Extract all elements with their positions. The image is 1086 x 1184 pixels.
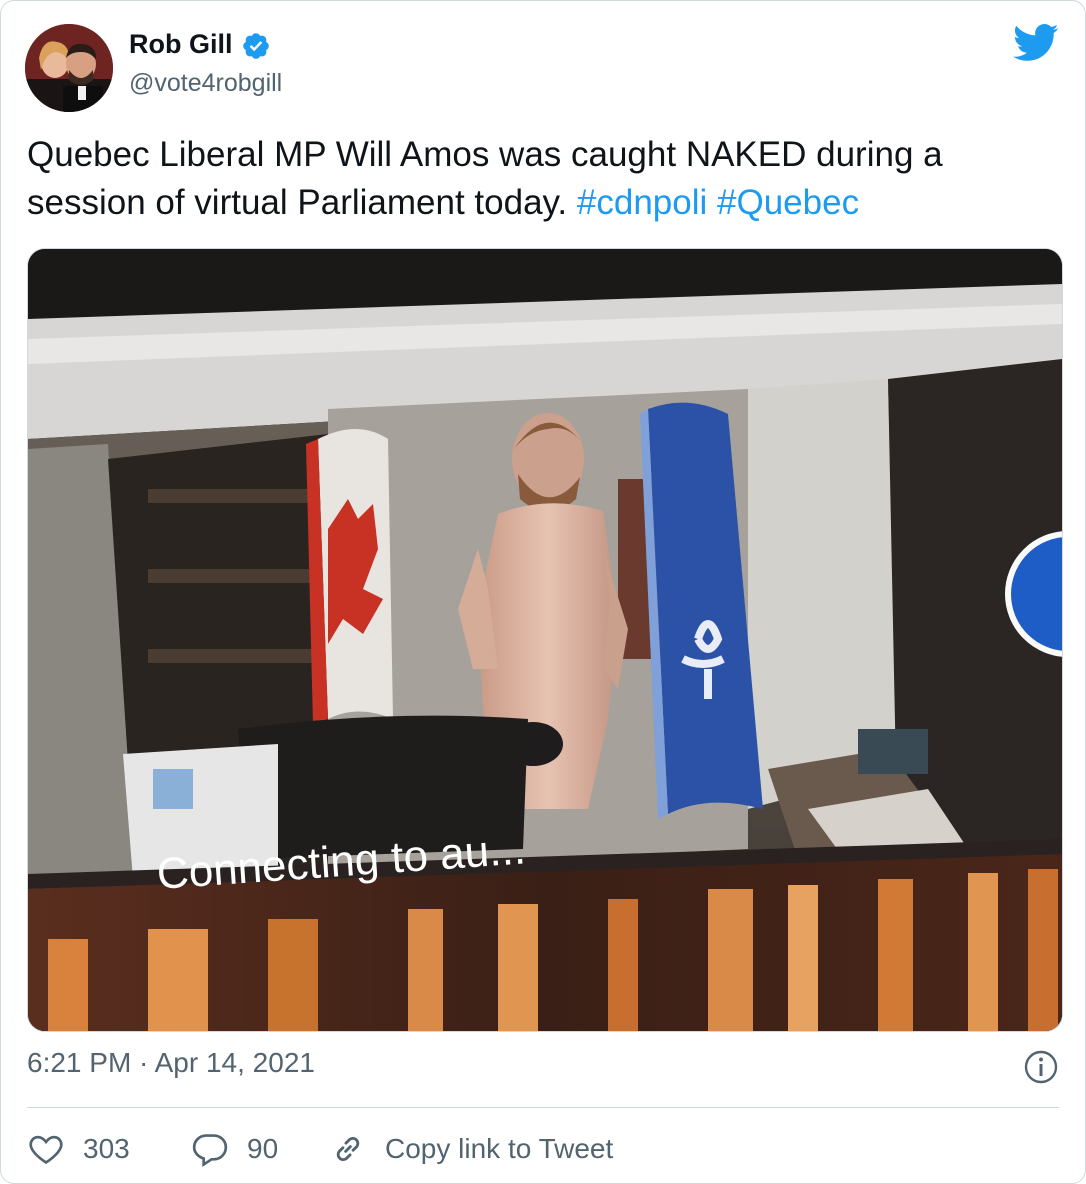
info-icon[interactable] (1023, 1049, 1059, 1085)
media-photo: Connecting to au... (28, 249, 1062, 1031)
copy-link-button[interactable]: Copy link to Tweet (329, 1127, 613, 1171)
like-button[interactable]: 303 (27, 1127, 130, 1171)
twitter-bird-icon[interactable] (1013, 23, 1059, 63)
reply-bubble-icon (192, 1134, 228, 1168)
heart-icon (29, 1135, 63, 1165)
tweet-media-photo[interactable]: Connecting to au... (27, 248, 1063, 1032)
copy-link-label: Copy link to Tweet (385, 1133, 614, 1164)
reply-button[interactable]: 90 (191, 1127, 278, 1171)
like-count: 303 (83, 1133, 130, 1164)
author-display-name[interactable]: Rob Gill (129, 29, 233, 60)
link-icon (336, 1136, 360, 1162)
avatar[interactable] (25, 24, 113, 112)
tweet-card: Rob Gill @vote4robgill Quebec Liberal MP… (0, 0, 1086, 1184)
divider (27, 1107, 1059, 1108)
verified-badge-icon (243, 33, 269, 59)
author-handle[interactable]: @vote4robgill (129, 69, 282, 98)
reply-count: 90 (247, 1133, 279, 1164)
tweet-text: Quebec Liberal MP Will Amos was caught N… (27, 131, 1057, 227)
tweet-timestamp[interactable]: 6:21 PM · Apr 14, 2021 (27, 1047, 315, 1079)
avatar-image (25, 24, 113, 112)
hashtag-quebec[interactable]: #Quebec (717, 183, 859, 222)
hashtag-cdnpoli[interactable]: #cdnpoli (577, 183, 707, 222)
